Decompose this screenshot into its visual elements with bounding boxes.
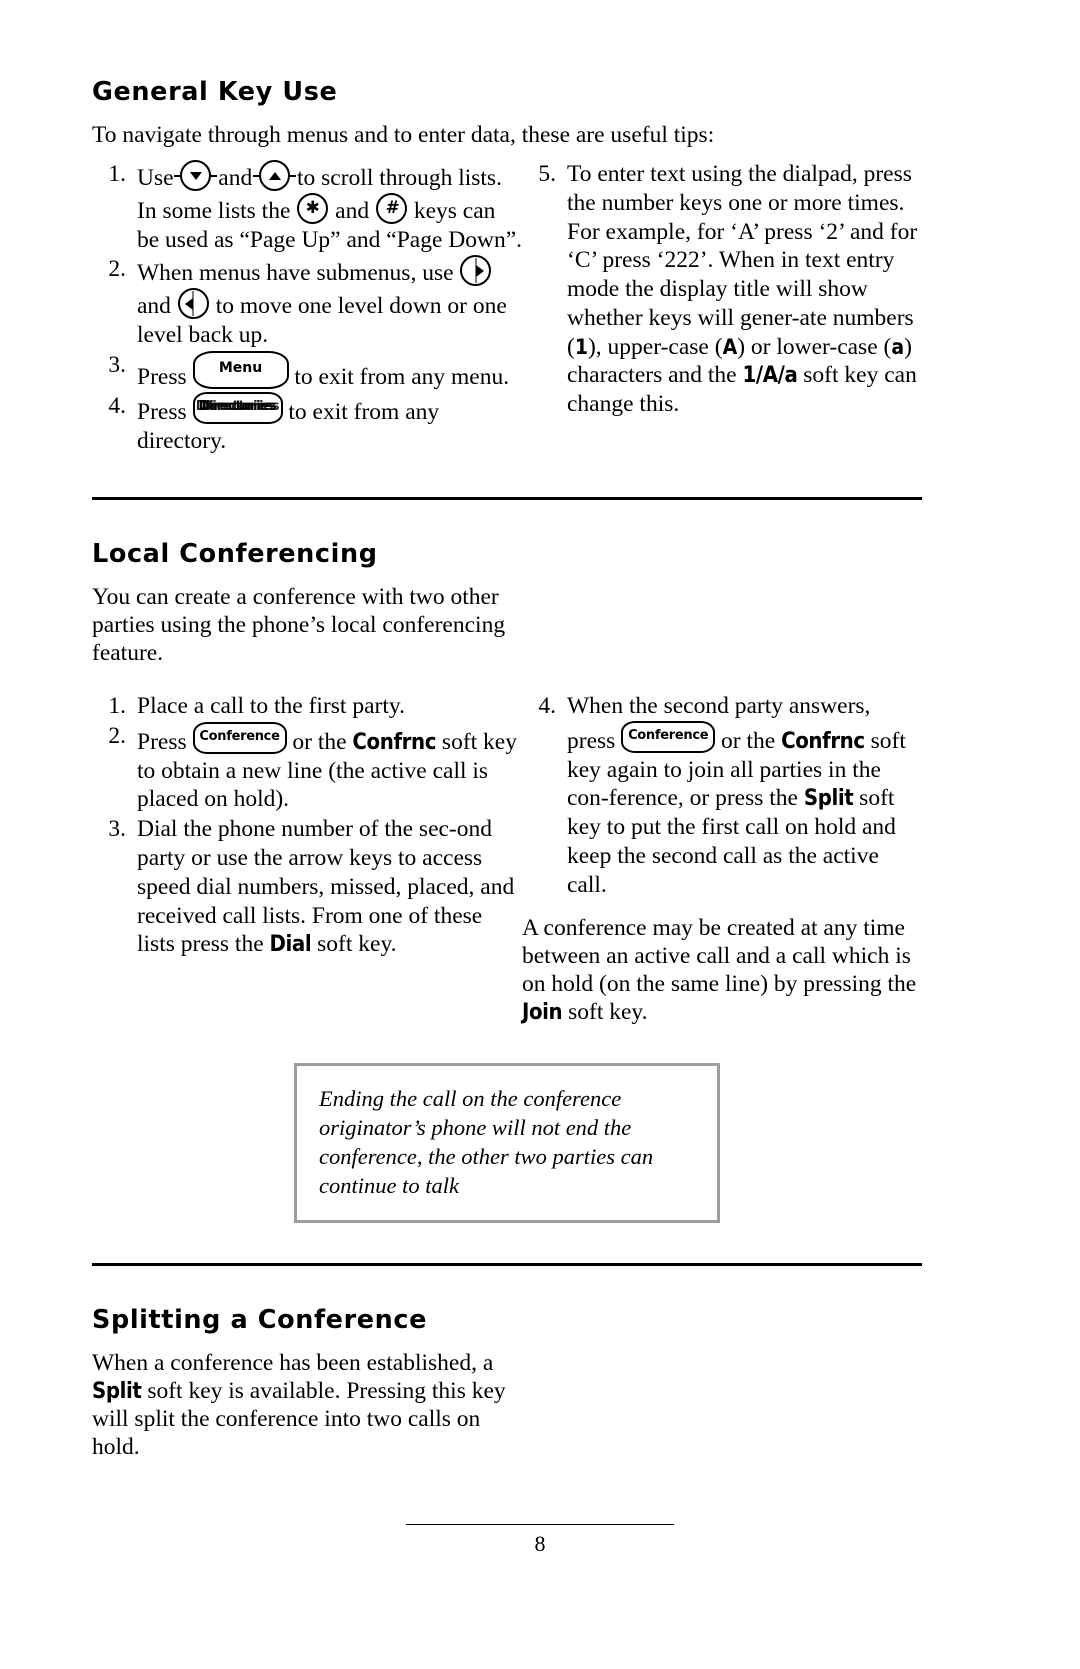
directories-hard-key[interactable]: Directories Directories Directories: [192, 392, 283, 425]
triangle-right-glyph: [462, 257, 489, 284]
step-1-text-b: and: [218, 165, 253, 191]
left-arrow-key-icon: [177, 288, 209, 320]
heading-local-conferencing: Local Conferencing: [92, 539, 378, 570]
general-key-use-left-column: 1. Use and to scroll through lists. In s…: [92, 160, 522, 457]
directories-label: Directories: [198, 399, 277, 415]
step-3-text-a: Press: [137, 363, 187, 390]
lc-step-3-text-b: soft key.: [317, 931, 397, 958]
list-item: 1. Place a call to the first party.: [92, 692, 522, 721]
list-marker: 5.: [538, 161, 556, 187]
splitting-text-a: When a conference has been established, …: [92, 1349, 494, 1376]
step-2-text-a: When menus have submenus, use: [137, 260, 454, 287]
list-item: 4. Press Directories Directories Directo…: [92, 392, 522, 456]
list-marker: 4.: [108, 393, 126, 420]
step-1-text-d: and: [335, 197, 370, 224]
soft-key-split[interactable]: Split: [92, 1379, 142, 1404]
step-5-text-b: ), upper-case (: [587, 333, 723, 360]
list-item: 4. When the second party answers, press …: [522, 692, 922, 900]
closing-text-a: A conference may be created at any time …: [522, 914, 917, 997]
menu-hard-key[interactable]: Menu: [192, 350, 289, 389]
footer-divider: [406, 1524, 674, 1525]
soft-key-dial[interactable]: Dial: [270, 932, 312, 957]
local-conferencing-closing: A conference may be created at any time …: [522, 915, 922, 1027]
pound-key-icon: #: [375, 192, 407, 224]
lc-step-2-text-b: or the: [292, 728, 347, 755]
general-key-use-right-column: 5. To enter text using the dialpad, pres…: [522, 160, 922, 420]
general-key-use-steps-right: 5. To enter text using the dialpad, pres…: [522, 160, 922, 419]
list-marker: 3.: [108, 351, 126, 378]
step-5-text-c: ) or lower-case (: [737, 333, 892, 360]
step-4-text-a: Press: [137, 399, 187, 426]
lc-step-1-text: Place a call to the first party.: [137, 692, 405, 719]
soft-key-split[interactable]: Split: [804, 786, 854, 811]
list-item: 3. Dial the phone number of the sec-ond …: [92, 815, 522, 959]
local-conferencing-left-column: 1. Place a call to the first party. 2. P…: [92, 692, 522, 960]
local-conferencing-steps-right: 4. When the second party answers, press …: [522, 692, 922, 900]
closing-text-b: soft key.: [568, 998, 648, 1025]
note-box-text: Ending the call on the conference origin…: [319, 1085, 654, 1198]
list-marker: 2.: [108, 256, 126, 283]
lcd-lowercase-glyph: a: [891, 334, 905, 359]
page-number: 8: [534, 1531, 546, 1556]
general-key-use-intro: To navigate through menus and to enter d…: [92, 122, 715, 149]
soft-key-join[interactable]: Join: [522, 1000, 563, 1025]
list-marker: 1.: [108, 161, 126, 187]
step-5-text-a: To enter text using the dialpad, press t…: [567, 161, 918, 360]
splitting-body-left: When a conference has been established, …: [92, 1350, 512, 1462]
general-key-use-columns: 1. Use and to scroll through lists. In s…: [92, 160, 922, 457]
step-3-text-b: to exit from any menu.: [294, 363, 510, 390]
document-page: General Key Use To navigate through menu…: [0, 0, 1080, 1669]
list-marker: 4.: [538, 692, 556, 719]
soft-key-1-a-a[interactable]: 1/A/a: [743, 363, 798, 388]
list-marker: 3.: [108, 816, 126, 843]
lc-step-4-text-b: or the: [721, 727, 776, 754]
list-item: 1. Use and to scroll through lists. In s…: [92, 160, 522, 254]
heading-splitting-a-conference: Splitting a Conference: [92, 1304, 428, 1335]
note-box: Ending the call on the conference origin…: [294, 1062, 720, 1223]
star-glyph: ✱: [305, 197, 320, 218]
right-arrow-key-icon: [460, 255, 492, 287]
scroll-down-arrow-key-icon: [180, 160, 212, 191]
local-conferencing-steps-left: 1. Place a call to the first party. 2. P…: [92, 692, 522, 959]
soft-key-confrnc[interactable]: Confrnc: [781, 729, 865, 754]
list-item: 2. When menus have submenus, use and to …: [92, 255, 522, 349]
conference-hard-key[interactable]: Conference: [621, 720, 716, 753]
triangle-down-glyph: [182, 162, 209, 189]
soft-key-confrnc[interactable]: Confrnc: [352, 730, 436, 755]
step-2-text-b: and: [137, 293, 171, 320]
list-item: 3. Press Menu to exit from any menu.: [92, 350, 522, 392]
splitting-left-column: When a conference has been established, …: [92, 1350, 522, 1472]
triangle-left-glyph: [180, 290, 207, 317]
star-key-icon: ✱: [297, 192, 329, 224]
local-conferencing-right-column: 4. When the second party answers, press …: [522, 692, 922, 1037]
list-marker: 1.: [108, 692, 126, 719]
list-marker: 2.: [108, 722, 126, 749]
heading-general-key-use: General Key Use: [92, 77, 338, 107]
scroll-up-arrow-key-icon: [259, 160, 291, 191]
lc-step-2-text-a: Press: [137, 728, 187, 755]
local-conferencing-columns: 1. Place a call to the first party. 2. P…: [92, 692, 922, 1037]
lcd-uppercase-glyph: A: [722, 334, 738, 359]
pound-glyph: #: [385, 197, 398, 218]
lcd-number-glyph: 1: [574, 334, 588, 359]
list-item: 5. To enter text using the dialpad, pres…: [522, 160, 922, 419]
local-conferencing-intro: You can create a conference with two oth…: [92, 584, 506, 666]
triangle-up-glyph: [261, 162, 288, 189]
directories-key-label-smear: Directories Directories Directories: [196, 399, 280, 415]
splitting-a-conference-columns: When a conference has been established, …: [92, 1350, 922, 1472]
page-content: General Key Use To navigate through menu…: [92, 78, 922, 1471]
general-key-use-steps-left: 1. Use and to scroll through lists. In s…: [92, 160, 522, 456]
splitting-text-b: soft key is available. Pressing this key…: [92, 1377, 506, 1460]
conference-hard-key[interactable]: Conference: [192, 721, 287, 754]
list-item: 2. Press Conference or the Confrnc soft …: [92, 721, 522, 815]
step-1-text-a: Use: [137, 165, 174, 191]
page-footer: 8: [0, 1524, 1080, 1557]
